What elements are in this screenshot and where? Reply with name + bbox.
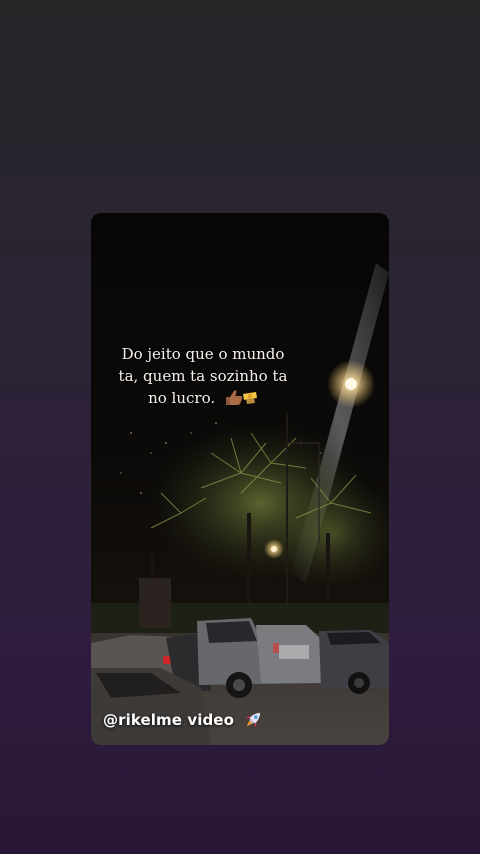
caption-line-2: ta, quem ta sozinho ta	[118, 367, 288, 385]
caption-line-3: no lucro.	[148, 389, 216, 407]
night-parking-lot-photo	[91, 213, 389, 745]
caption-line-1: Do jeito que o mundo	[121, 345, 285, 363]
watermark: @rikelme video	[103, 709, 264, 731]
thumbs-up-and-money-icon	[225, 390, 257, 405]
watermark-text: @rikelme video	[103, 711, 234, 729]
story-caption: Do jeito que o mundo ta, quem ta sozinho…	[103, 343, 303, 409]
rocket-icon	[245, 712, 261, 728]
story-card[interactable]: Do jeito que o mundo ta, quem ta sozinho…	[91, 213, 389, 745]
